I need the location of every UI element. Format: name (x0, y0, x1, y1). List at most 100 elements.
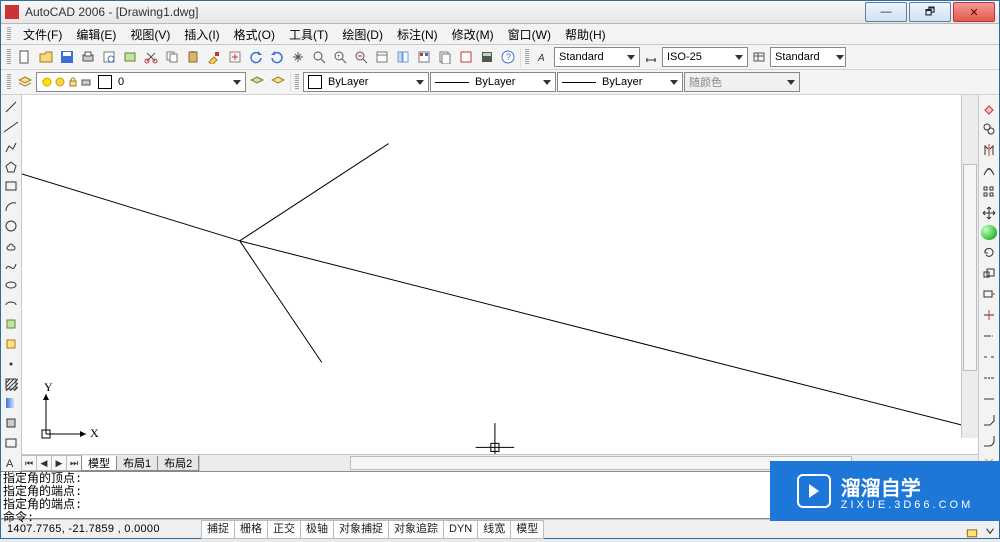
mirror-icon[interactable] (979, 141, 999, 159)
drawing-canvas[interactable]: X Y (22, 95, 978, 454)
comm-center-icon[interactable] (981, 225, 997, 239)
polygon-icon[interactable] (2, 158, 20, 175)
lineweight-dropdown[interactable]: ByLayer (557, 72, 683, 92)
break-point-icon[interactable] (979, 348, 999, 366)
quickcalc-icon[interactable] (477, 47, 497, 67)
erase-icon[interactable] (979, 99, 999, 117)
move-icon[interactable] (979, 204, 999, 222)
array-icon[interactable] (979, 183, 999, 201)
drag-handle[interactable] (7, 49, 11, 65)
hatch-icon[interactable] (2, 375, 20, 392)
drag-handle[interactable] (525, 49, 529, 65)
plot-preview-icon[interactable] (99, 47, 119, 67)
offset-icon[interactable] (979, 162, 999, 180)
menu-format[interactable]: 格式(O) (228, 25, 281, 44)
insert-block-icon[interactable] (2, 316, 20, 333)
stretch-icon[interactable] (979, 285, 999, 303)
tab-model[interactable]: 模型 (81, 456, 117, 471)
table-style-dropdown[interactable]: Standard (770, 47, 846, 67)
qnew-icon[interactable] (15, 47, 35, 67)
table-icon[interactable] (2, 434, 20, 451)
region-icon[interactable] (2, 415, 20, 432)
fillet-icon[interactable] (979, 432, 999, 450)
gradient-icon[interactable] (2, 395, 20, 412)
menu-dimension[interactable]: 标注(N) (391, 25, 444, 44)
rotate-icon[interactable] (979, 243, 999, 261)
copy-obj-icon[interactable] (979, 120, 999, 138)
plot-icon[interactable] (78, 47, 98, 67)
save-icon[interactable] (57, 47, 77, 67)
layer-state-icon[interactable] (268, 72, 288, 92)
tab-layout2[interactable]: 布局2 (157, 456, 199, 471)
menu-insert[interactable]: 插入(I) (178, 25, 225, 44)
layer-manager-icon[interactable] (15, 72, 35, 92)
prev-tab-icon[interactable]: ◀ (36, 455, 52, 471)
redo-icon[interactable] (267, 47, 287, 67)
color-dropdown[interactable]: ByLayer (303, 72, 429, 92)
linetype-dropdown[interactable]: ByLayer (430, 72, 556, 92)
circle-icon[interactable] (2, 217, 20, 234)
markup-icon[interactable] (456, 47, 476, 67)
maximize-button[interactable]: 🗗 (909, 2, 951, 22)
designcenter-icon[interactable] (393, 47, 413, 67)
arc-icon[interactable] (2, 198, 20, 215)
scale-icon[interactable] (979, 264, 999, 282)
tab-nav-buttons[interactable]: ⏮ ◀ ▶ ⏭ (22, 455, 82, 471)
text-style-icon[interactable]: A (533, 47, 553, 67)
revcloud-icon[interactable] (2, 237, 20, 254)
menu-modify[interactable]: 修改(M) (446, 25, 500, 44)
make-block-icon[interactable] (2, 336, 20, 353)
layer-dropdown[interactable]: 0 (36, 72, 246, 92)
zoom-realtime-icon[interactable] (309, 47, 329, 67)
open-icon[interactable] (36, 47, 56, 67)
undo-icon[interactable] (246, 47, 266, 67)
help-icon[interactable]: ? (498, 47, 518, 67)
tab-layout1[interactable]: 布局1 (116, 456, 158, 471)
drag-handle[interactable] (7, 74, 11, 90)
blockeditor-icon[interactable] (225, 47, 245, 67)
cut-icon[interactable] (141, 47, 161, 67)
dim-style-icon[interactable] (641, 47, 661, 67)
sheetset-icon[interactable] (435, 47, 455, 67)
zoom-window-icon[interactable]: + (330, 47, 350, 67)
pan-icon[interactable] (288, 47, 308, 67)
spline-icon[interactable] (2, 257, 20, 274)
rectangle-icon[interactable] (2, 178, 20, 195)
dim-style-dropdown[interactable]: ISO-25 (662, 47, 748, 67)
menu-help[interactable]: 帮助(H) (559, 25, 612, 44)
menu-view[interactable]: 视图(V) (124, 25, 176, 44)
line-icon[interactable] (2, 99, 20, 116)
extend-icon[interactable] (979, 327, 999, 345)
layer-prev-icon[interactable] (247, 72, 267, 92)
menu-edit[interactable]: 编辑(E) (70, 25, 122, 44)
ellipse-icon[interactable] (2, 277, 20, 294)
trim-icon[interactable] (979, 306, 999, 324)
menu-file[interactable]: 文件(F) (17, 25, 68, 44)
properties-icon[interactable] (372, 47, 392, 67)
publish-icon[interactable] (120, 47, 140, 67)
ellipse-arc-icon[interactable] (2, 296, 20, 313)
tray-lock-icon[interactable] (964, 523, 980, 537)
menu-tools[interactable]: 工具(T) (283, 25, 334, 44)
drag-handle[interactable] (7, 27, 11, 41)
chamfer-icon[interactable] (979, 411, 999, 429)
zoom-prev-icon[interactable] (351, 47, 371, 67)
tray-chevron-icon[interactable] (982, 523, 998, 537)
drag-handle[interactable] (295, 74, 299, 90)
paste-icon[interactable] (183, 47, 203, 67)
close-button[interactable]: ✕ (953, 2, 995, 22)
toolpalettes-icon[interactable] (414, 47, 434, 67)
point-icon[interactable] (2, 356, 20, 373)
vertical-scrollbar[interactable] (961, 95, 978, 438)
xline-icon[interactable] (2, 119, 20, 136)
minimize-button[interactable]: — (865, 2, 907, 22)
pline-icon[interactable] (2, 138, 20, 155)
mtext-icon[interactable]: A (2, 454, 20, 471)
first-tab-icon[interactable]: ⏮ (21, 455, 37, 471)
break-icon[interactable] (979, 369, 999, 387)
text-style-dropdown[interactable]: Standard (554, 47, 640, 67)
table-style-icon[interactable] (749, 47, 769, 67)
copy-icon[interactable] (162, 47, 182, 67)
next-tab-icon[interactable]: ▶ (51, 455, 67, 471)
matchprop-icon[interactable] (204, 47, 224, 67)
